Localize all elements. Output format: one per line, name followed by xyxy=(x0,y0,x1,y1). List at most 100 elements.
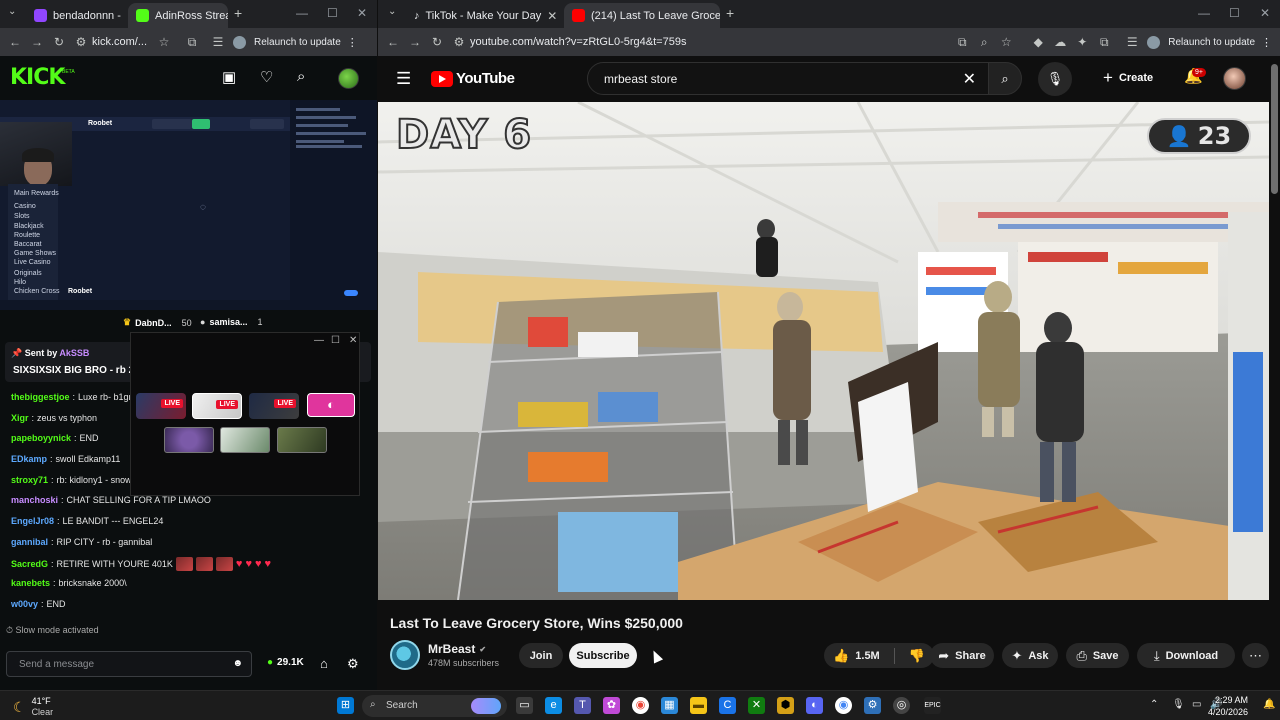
profile-avatar[interactable] xyxy=(1147,35,1161,49)
copilot-icon[interactable]: ✿ xyxy=(603,697,620,714)
kick-logo[interactable]: KICK xyxy=(10,65,65,90)
shop-icon[interactable]: ⌂ xyxy=(320,656,328,671)
chat-username[interactable]: EngelJr08 xyxy=(11,516,54,526)
app-c-icon[interactable]: C xyxy=(719,697,736,714)
video-player[interactable]: DAY 6 👤 23 xyxy=(378,102,1269,600)
hamburger-menu-icon[interactable]: ☰ xyxy=(396,69,411,89)
close-tab-icon[interactable]: ✕ xyxy=(547,9,557,23)
chat-message[interactable]: stroxy71: rb: kidlony1 - snow xyxy=(11,475,132,485)
tray-chevron-icon[interactable]: ⌃ xyxy=(1150,699,1158,710)
system-clock[interactable]: 2:29 AM 4/20/2026 xyxy=(1208,694,1248,718)
search-button[interactable]: ⌕ xyxy=(988,62,1022,95)
search-input[interactable]: mrbeast store ✕ xyxy=(587,62,989,95)
ask-button[interactable]: ✦ Ask xyxy=(1002,643,1058,668)
discord-icon[interactable]: ◐ xyxy=(307,393,355,417)
live-stream-card-1[interactable]: LIVE xyxy=(136,393,186,419)
voice-search-mic-icon[interactable]: 🎙 xyxy=(1038,62,1072,96)
extensions-icon[interactable]: ⧉ xyxy=(1093,35,1115,50)
chat-message[interactable]: thebiggestjoe: Luxe rb- b1gn xyxy=(11,392,134,402)
menu-kebab-icon[interactable]: ⋮ xyxy=(347,36,358,49)
chat-message[interactable]: w00vy: END xyxy=(11,599,66,609)
chrome-active-icon[interactable]: ◉ xyxy=(835,697,852,714)
youtube-logo[interactable]: YouTube xyxy=(431,70,515,87)
popup-maximize-icon[interactable]: ☐ xyxy=(331,335,340,346)
save-button[interactable]: ⎙ Save xyxy=(1066,643,1129,668)
chat-input[interactable]: Send a message ☻ xyxy=(6,651,252,677)
gifter-2[interactable]: ● samisa... 1 xyxy=(200,317,262,327)
chat-username[interactable]: kanebets xyxy=(11,578,50,588)
zoom-icon[interactable]: ⌕ xyxy=(973,35,995,50)
weather-widget[interactable]: ☾ 41°F Clear xyxy=(13,696,53,718)
gifter-1[interactable]: ♛ DabnD... 50 xyxy=(123,317,192,328)
share-button[interactable]: ➦ Share xyxy=(930,643,994,668)
page-scrollbar[interactable] xyxy=(1271,64,1278,194)
search-icon[interactable]: ⌕ xyxy=(297,68,305,85)
chat-username[interactable]: stroxy71 xyxy=(11,475,48,485)
maximize-icon[interactable]: ☐ xyxy=(327,6,338,20)
taskbar-search[interactable]: ⌕ Search xyxy=(362,695,507,717)
channel-name[interactable]: MrBeast ✔ xyxy=(428,642,486,656)
relaunch-button[interactable]: Relaunch to update xyxy=(254,37,341,48)
close-window-icon[interactable]: ✕ xyxy=(1260,6,1270,20)
extension-icon[interactable]: ◆ xyxy=(1027,35,1049,49)
url-field[interactable]: kick.com/... xyxy=(92,36,147,48)
settings-gear-icon[interactable]: ⚙ xyxy=(864,697,881,714)
xbox-icon[interactable]: ✕ xyxy=(748,697,765,714)
task-view-icon[interactable]: ▭ xyxy=(516,697,533,714)
extension-icon-3[interactable]: ✦ xyxy=(1071,35,1093,49)
chrome-icon[interactable]: ◉ xyxy=(632,697,649,714)
browse-icon[interactable]: ▣ xyxy=(222,68,236,86)
tab-search-icon[interactable]: ☰ xyxy=(1121,35,1143,49)
bookmark-star-icon[interactable]: ☆ xyxy=(995,35,1017,49)
join-button[interactable]: Join xyxy=(519,643,563,668)
edge-icon[interactable]: e xyxy=(545,697,562,714)
kicks-balance[interactable]: ● 29.1K xyxy=(267,657,304,668)
chat-username[interactable]: gannibal xyxy=(11,537,48,547)
bookmark-star-icon[interactable]: ☆ xyxy=(153,35,175,49)
download-button[interactable]: ⤓ Download xyxy=(1137,643,1235,668)
user-avatar[interactable] xyxy=(338,68,359,89)
chat-message[interactable]: gannibal: RIP CITY - rb - gannibal xyxy=(11,537,152,547)
tab-youtube-video[interactable]: (214) Last To Leave Grocery 🔊 ✕ xyxy=(564,3,720,28)
chat-username[interactable]: thebiggestjoe xyxy=(11,392,70,402)
store-icon[interactable]: ▦ xyxy=(661,697,678,714)
notification-bell-icon[interactable]: 🔔 xyxy=(1263,699,1275,710)
open-in-app-icon[interactable]: ⧉ xyxy=(951,35,973,50)
minimize-icon[interactable]: — xyxy=(1198,6,1210,20)
live-stream-card-3[interactable]: LIVE xyxy=(249,393,299,419)
tab-bendadonnn[interactable]: bendadonnn - ✕ xyxy=(26,3,126,28)
chat-message[interactable]: SacredG: RETIRE WITH YOURE 401K ♥ ♥ ♥ ♥ xyxy=(11,557,271,571)
popup-minimize-icon[interactable]: — xyxy=(314,335,324,346)
chat-message[interactable]: EngelJr08: LE BANDIT --- ENGEL24 xyxy=(11,516,163,526)
channel-thumb-1[interactable] xyxy=(164,427,214,453)
forward-icon[interactable]: → xyxy=(26,35,48,49)
tab-tiktok[interactable]: ♪ TikTok - Make Your Day ✕ xyxy=(406,3,562,28)
minimize-icon[interactable]: — xyxy=(296,6,308,20)
live-stream-card-2[interactable]: LIVE xyxy=(192,393,242,419)
url-field[interactable]: youtube.com/watch?v=zRtGL0-5rg4&t=759s xyxy=(470,36,686,48)
popup-close-icon[interactable]: ✕ xyxy=(349,335,357,346)
teams-icon[interactable]: T xyxy=(574,697,591,714)
chat-message[interactable]: kanebets: bricksnake 2000\ xyxy=(11,578,127,588)
site-info-icon[interactable]: ⚙ xyxy=(448,35,470,49)
chat-username[interactable]: SacredG xyxy=(11,559,48,569)
profile-avatar[interactable] xyxy=(233,35,247,49)
extensions-icon[interactable]: ⧉ xyxy=(181,35,203,50)
stream-player[interactable]: Roobet Main Rewards Casino Slots Blackja… xyxy=(0,100,377,310)
chat-username[interactable]: w00vy xyxy=(11,599,38,609)
new-tab-icon[interactable]: + xyxy=(726,5,734,21)
emoji-picker-icon[interactable]: ☻ xyxy=(232,658,243,669)
account-avatar[interactable] xyxy=(1223,67,1246,90)
channel-thumb-2[interactable] xyxy=(220,427,270,453)
more-actions-button[interactable]: ⋯ xyxy=(1242,643,1269,668)
tab-search-icon[interactable]: ⌄ xyxy=(388,6,396,17)
chat-username[interactable]: Xigr xyxy=(11,413,29,423)
create-button[interactable]: + Create xyxy=(1103,68,1153,88)
chat-message[interactable]: manchoski: CHAT SELLING FOR A TIP LMAOO xyxy=(11,495,211,505)
channel-thumb-3[interactable] xyxy=(277,427,327,453)
chat-username[interactable]: papeboyynick xyxy=(11,433,71,443)
discord-taskbar-icon[interactable]: ◐ xyxy=(806,697,823,714)
chat-message[interactable]: Xigr: zeus vs typhon xyxy=(11,413,97,423)
back-icon[interactable]: ← xyxy=(4,35,26,49)
epic-games-icon[interactable]: EPIC xyxy=(924,697,941,714)
